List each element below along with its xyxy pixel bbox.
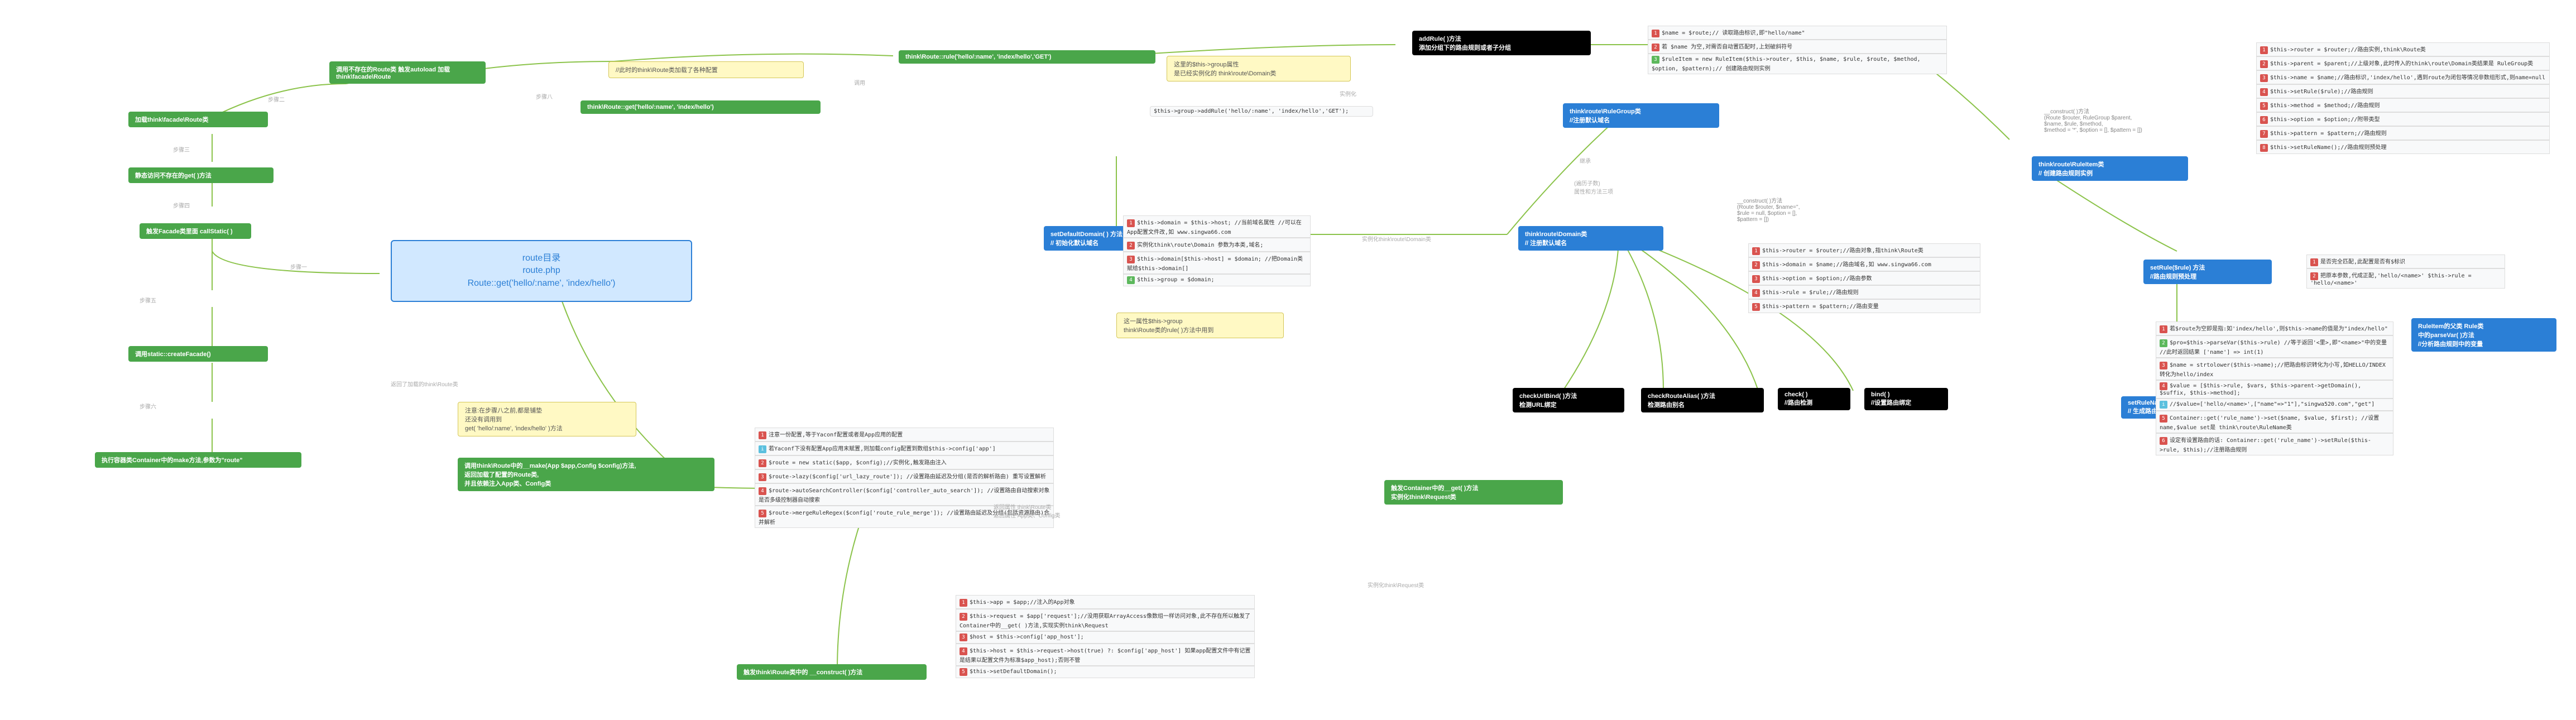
edge-e4: 步骤四: [173, 201, 190, 209]
edge-e8: 步骤八: [536, 92, 553, 100]
yellow-y1: //此时的think\Route类加载了各种配置: [608, 61, 804, 78]
edge-e15: 实例化think\Request类: [1368, 580, 1424, 589]
edge-e10: 实例化: [1340, 89, 1356, 98]
construct-c2: __construct( )方法 (Route $router, RuleGro…: [2037, 103, 2216, 137]
ruleitem-list: 1$this->router = $router;//路由实例,think\Ro…: [2249, 39, 2556, 157]
setrulename-list: 1若$route为空即是指:如'index/hello',则$this->nam…: [2149, 318, 2400, 459]
construct-c1: __construct( )方法 (Route $router, $name='…: [1730, 193, 1892, 226]
edge-e1: 步骤一: [290, 262, 307, 271]
edge-e11: 实例化think\route\Domain类: [1362, 234, 1431, 243]
green-g2: think\Route::rule('hello/:name', 'index/…: [899, 50, 1155, 64]
edge-e14: 返回属性 think\Route类 返回属性 App类、Config类: [994, 502, 1060, 519]
left-n2: 加载think\facade\Route类: [128, 112, 268, 127]
edge-e7: 返回了加载的think\Route类: [391, 380, 458, 388]
edge-e9: 调用: [854, 78, 865, 87]
black-k2: checkUrlBind( )方法 检测URL绑定: [1513, 388, 1624, 412]
blue-b5: setRule($rule) 方法 //路由规则预处理: [2143, 260, 2272, 284]
yellow-y2: 注意:在步骤八之前,都是铺垫 还没有调用到 get( 'hello/:name'…: [458, 402, 636, 436]
edge-e6: 步骤六: [140, 402, 156, 410]
root-node: route目录 route.php Route::get('hello/:nam…: [391, 240, 692, 302]
addrule-call: $this->group->addRule('hello/:name', 'in…: [1150, 106, 1373, 117]
green-g4: 触发think\Route类中的 __construct( )方法: [737, 664, 927, 680]
black-k5: bind( ) //设置路由绑定: [1864, 388, 1948, 410]
setrule-list: 1是否完全匹配,此配置是否有$标识 2把原本参数,代成正配,'hello/<na…: [2300, 251, 2512, 292]
black-k3: checkRouteAlias( )方法 检测路由别名: [1641, 388, 1764, 412]
edge-e12: 继承: [1580, 156, 1591, 165]
edge-e2: 步骤二: [268, 95, 285, 103]
green-g1: think\Route::get('hello/:name', 'index/h…: [581, 100, 821, 114]
domain-inst-list: 1$this->router = $router;//路由对象,指think\R…: [1742, 240, 1987, 316]
left-n1: 调用不存在的Route类 触发autoload 加载think\facade\R…: [329, 61, 486, 84]
blue-b2: think\route\Domain类 // 注册默认域名: [1518, 226, 1663, 251]
black-k1: addRule( )方法 添加分组下的路由规则或者子分组: [1412, 31, 1591, 55]
edge-e13: (遍历子数) 属性和方法三项: [1574, 179, 1613, 195]
yellow-y3: 这里的$this->group属性 是已经实例化的 think\route\Do…: [1167, 56, 1351, 81]
blue-b7: RuleItem的父类 Rule类 中的parseVar( )方法 //分析路由…: [2411, 318, 2556, 352]
blue-b4: think\route\RuleItem类 // 创建路由规则实例: [2032, 156, 2188, 181]
left-n4: 触发Facade类里面 callStatic( ): [140, 223, 251, 239]
construct-list: 1$this->app = $app;//注入的App对象 2$this->re…: [949, 592, 1261, 681]
edge-e3: 步骤三: [173, 145, 190, 153]
black-k4: check( ) //路由检测: [1778, 388, 1850, 410]
blue-b3: think\route\RuleGroup类 //注册默认域名: [1563, 103, 1719, 128]
green-g5: 触发Container中的__get( )方法 实例化think\Request…: [1384, 480, 1563, 505]
addrule-list: 1$name = $route;// 读取路由标识,即"hello/name" …: [1641, 22, 1954, 78]
left-n6: 执行容器类Container中的make方法,参数为"route": [95, 452, 301, 468]
domain-list: 1$this->domain = $this->host; //当前域名属性 /…: [1116, 212, 1317, 290]
yellow-y4: 这一属性$this->group think\Route类的rule( )方法中…: [1116, 313, 1284, 338]
left-n5: 调用static::createFacade(): [128, 346, 268, 362]
left-n3: 静态访问不存在的get( )方法: [128, 167, 274, 183]
edge-e5: 步骤五: [140, 296, 156, 304]
green-g3: 调用think\Route中的__make(App $app,Config $c…: [458, 458, 714, 491]
